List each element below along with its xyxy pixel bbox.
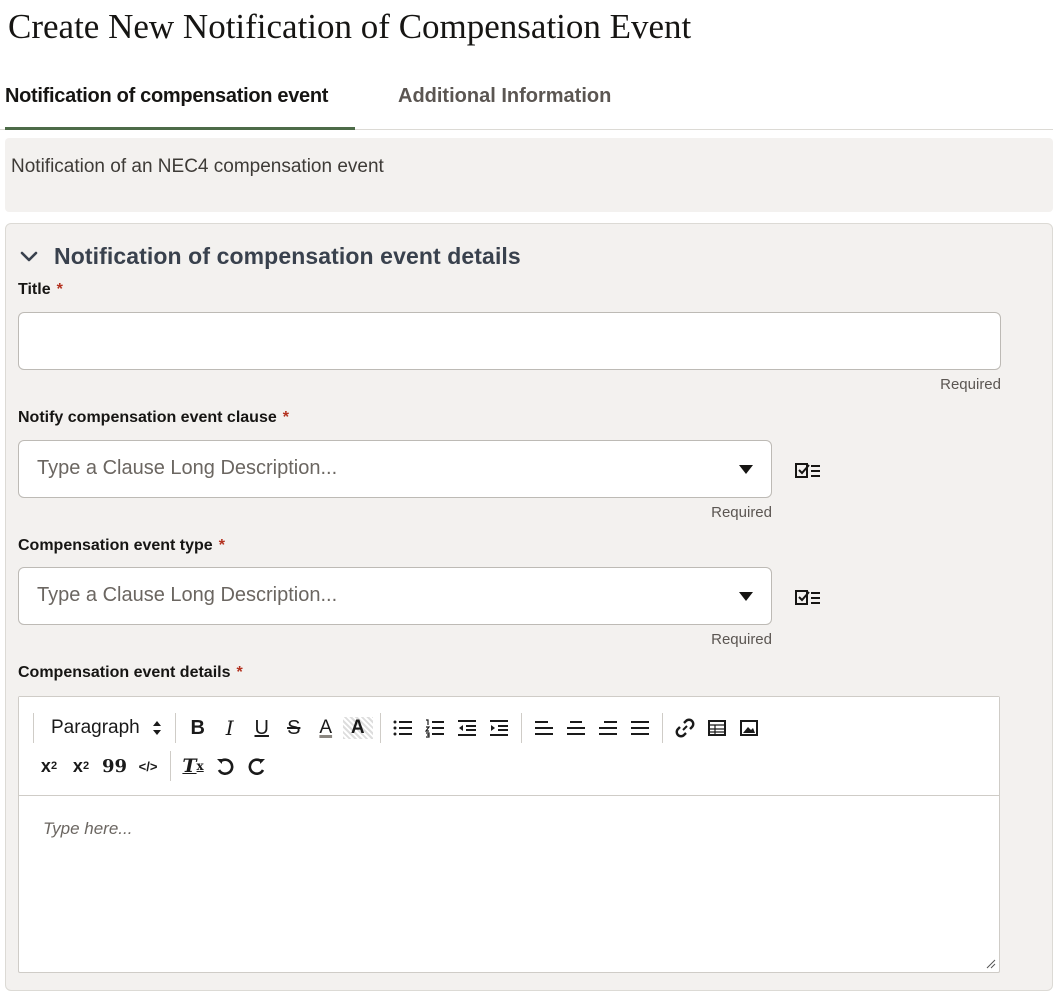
outdent-svg [457,720,476,736]
clause-label-text: Notify compensation event clause [18,409,277,426]
clause-select[interactable]: Type a Clause Long Description... [18,440,772,498]
sort-arrows-icon [152,721,161,735]
align-left-svg [534,721,553,735]
checklist-icon[interactable] [794,460,822,482]
italic-icon[interactable]: I [215,713,245,743]
table-icon[interactable] [702,713,732,743]
tab-bar: Notification of compensation event Addit… [0,76,1053,130]
align-center-svg [566,721,585,735]
undo-svg [217,758,234,775]
indent-svg [489,720,508,736]
toolbar-separator [170,751,172,781]
banner-text: Notification of an NEC4 compensation eve… [11,156,384,177]
indent-icon[interactable] [484,713,514,743]
toolbar-separator [174,713,176,743]
toolbar-separator [661,713,663,743]
toolbar-separator [520,713,522,743]
bold-icon[interactable]: B [183,713,213,743]
clause-placeholder: Type a Clause Long Description... [37,457,338,479]
table-svg [707,720,726,736]
details-panel: Notification of compensation event detai… [5,223,1053,991]
details-label: Compensation event details * [18,664,243,682]
align-justify-icon[interactable] [625,713,655,743]
title-label: Title * [18,281,63,299]
page-title: Create New Notification of Compensation … [8,7,692,46]
blockquote-icon[interactable]: 99 [98,751,131,781]
strikethrough-icon[interactable]: S [279,713,309,743]
required-star: * [236,664,243,681]
event-type-placeholder: Type a Clause Long Description... [37,584,338,606]
editor-toolbar: Paragraph B I U S A A x 2 x 2 99 </> T x [19,697,999,796]
link-svg [675,718,695,738]
outdent-icon[interactable] [452,713,482,743]
align-right-icon[interactable] [593,713,623,743]
bullet-list-icon[interactable] [388,713,418,743]
align-justify-svg [630,721,649,735]
event-type-label-text: Compensation event type [18,537,213,554]
event-type-helper: Required [711,631,772,648]
subscript-mark: 2 [50,760,58,772]
event-type-select[interactable]: Type a Clause Long Description... [18,567,772,625]
clause-label: Notify compensation event clause * [18,409,289,427]
tab-additional-information[interactable]: Additional Information [398,76,611,130]
title-helper: Required [940,376,1001,393]
highlight-icon[interactable]: A [342,717,373,739]
required-star: * [282,409,289,426]
superscript-glyph: x [72,755,83,776]
chevron-down-icon [20,251,38,262]
clear-glyph: T [182,755,197,777]
paragraph-label: Paragraph [51,717,140,738]
title-label-text: Title [18,281,51,298]
details-label-text: Compensation event details [18,664,231,681]
code-icon[interactable]: </> [133,751,163,781]
numbered-list-svg [424,719,444,738]
subscript-glyph: x [40,755,51,776]
image-svg [739,720,758,736]
undo-icon[interactable] [210,751,240,781]
clause-helper: Required [711,504,772,521]
subscript-icon[interactable]: x2 [34,751,64,781]
toolbar-separator [33,713,34,743]
paragraph-format-select[interactable]: Paragraph [41,713,168,743]
editor-placeholder: Type here... [43,819,133,838]
rich-text-editor: Paragraph B I U S A A x 2 x 2 99 </> T x… [18,696,1000,973]
event-type-label: Compensation event type * [18,537,225,555]
section-toggle[interactable]: Notification of compensation event detai… [18,241,521,271]
numbered-list-icon[interactable] [420,713,450,743]
superscript-icon[interactable]: x2 [66,751,96,781]
image-icon[interactable] [734,713,764,743]
resize-handle-icon[interactable] [984,957,996,969]
align-right-svg [598,721,617,735]
toolbar-row-2: x2 x2 99 </> Tx [33,749,273,783]
caret-down-icon[interactable] [739,465,753,474]
caret-down-icon[interactable] [739,592,753,601]
align-left-icon[interactable] [529,713,559,743]
superscript-mark: 2 [82,760,90,772]
toolbar-row-1: Paragraph B I U S A A [33,711,765,745]
required-star: * [218,537,225,554]
toolbar-separator [379,713,381,743]
title-input[interactable] [18,312,1001,370]
align-center-icon[interactable] [561,713,591,743]
checklist-icon[interactable] [794,587,822,609]
info-banner: Notification of an NEC4 compensation eve… [5,138,1053,212]
clear-formatting-icon[interactable]: Tx [178,751,208,781]
tab-notification[interactable]: Notification of compensation event [5,76,355,130]
required-star: * [56,281,63,298]
underline-icon[interactable]: U [247,713,277,743]
font-color-icon[interactable]: A [311,713,341,743]
bullet-list-svg [393,720,412,736]
section-title: Notification of compensation event detai… [54,242,521,269]
redo-svg [248,758,266,775]
link-icon[interactable] [670,713,700,743]
redo-icon[interactable] [242,751,272,781]
editor-content[interactable]: Type here... [19,797,999,972]
clear-mark: x [196,759,204,773]
